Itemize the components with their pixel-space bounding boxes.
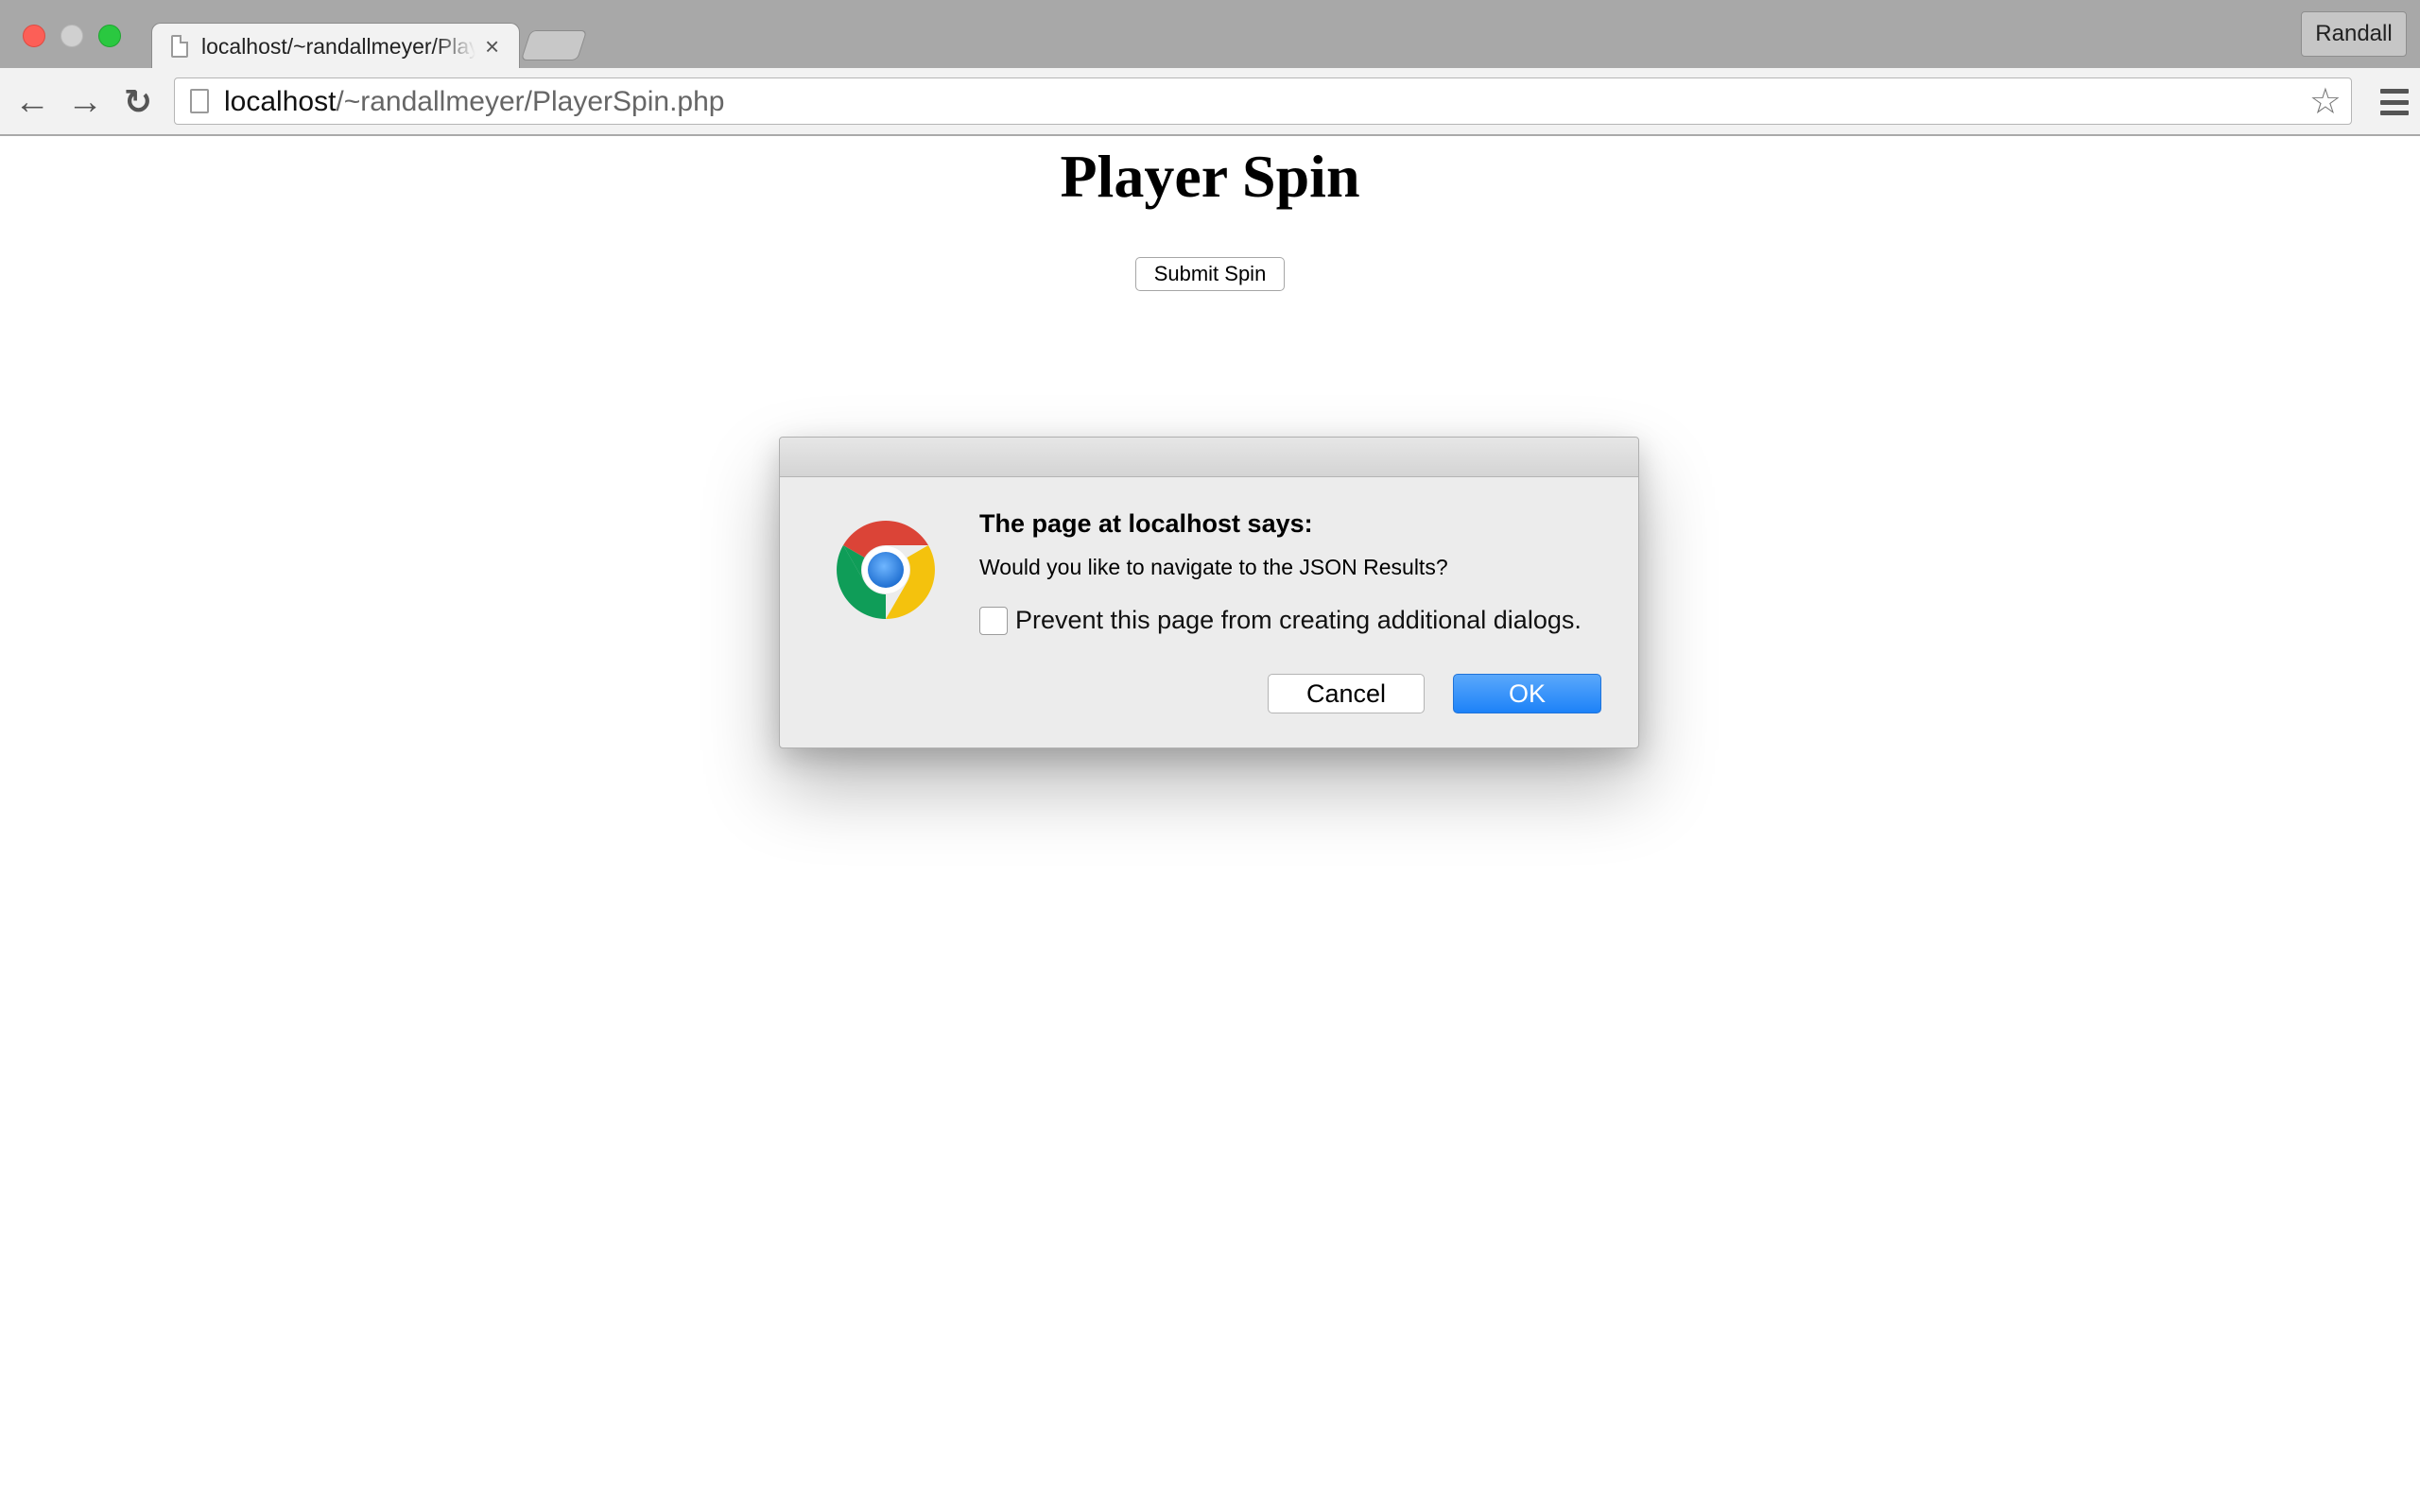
profile-button[interactable]: Randall — [2301, 11, 2407, 57]
prevent-dialogs-label[interactable]: Prevent this page from creating addition… — [1015, 606, 1582, 635]
confirm-dialog: The page at localhost says: Would you li… — [779, 437, 1639, 748]
new-tab-button[interactable] — [520, 30, 588, 60]
bookmark-star-icon[interactable]: ☆ — [2309, 83, 2342, 121]
browser-titlebar: localhost/~randallmeyer/PlayerSpin.php ×… — [0, 0, 2420, 68]
browser-toolbar: ← → ↻ localhost/~randallmeyer/PlayerSpin… — [0, 68, 2420, 136]
prevent-dialogs-option[interactable]: Prevent this page from creating addition… — [979, 606, 1582, 635]
window-close-button[interactable] — [23, 25, 45, 47]
ok-button[interactable]: OK — [1453, 674, 1601, 713]
forward-arrow-icon[interactable]: → — [62, 79, 108, 125]
window-minimize-button[interactable] — [60, 25, 83, 47]
address-bar[interactable]: localhost/~randallmeyer/PlayerSpin.php ☆ — [174, 77, 2352, 125]
tab-title: localhost/~randallmeyer/PlayerSpin.php — [201, 33, 475, 59]
hamburger-menu-icon[interactable] — [2380, 89, 2409, 115]
reload-icon[interactable]: ↻ — [115, 79, 161, 125]
page-icon — [171, 35, 188, 58]
page-content: Player Spin Submit Spin The page at loca… — [0, 138, 2420, 1512]
dialog-heading: The page at localhost says: — [979, 509, 1313, 538]
tab-close-icon[interactable]: × — [485, 32, 499, 60]
window-zoom-button[interactable] — [98, 25, 121, 47]
page-title: Player Spin — [1060, 143, 1360, 210]
chrome-logo-icon — [837, 521, 935, 619]
back-arrow-icon[interactable]: ← — [9, 79, 55, 125]
cancel-button[interactable]: Cancel — [1268, 674, 1425, 713]
page-icon — [190, 89, 209, 113]
prevent-dialogs-checkbox[interactable] — [979, 606, 1008, 635]
browser-tab-active[interactable]: localhost/~randallmeyer/PlayerSpin.php × — [151, 23, 520, 68]
dialog-message: Would you like to navigate to the JSON R… — [979, 555, 1448, 579]
url-path: /~randallmeyer/PlayerSpin.php — [336, 86, 725, 117]
url-host: localhost — [224, 86, 337, 117]
address-bar-url[interactable]: localhost/~randallmeyer/PlayerSpin.php — [224, 78, 724, 126]
dialog-titlebar — [780, 438, 1638, 477]
submit-spin-button[interactable]: Submit Spin — [1135, 257, 1285, 291]
